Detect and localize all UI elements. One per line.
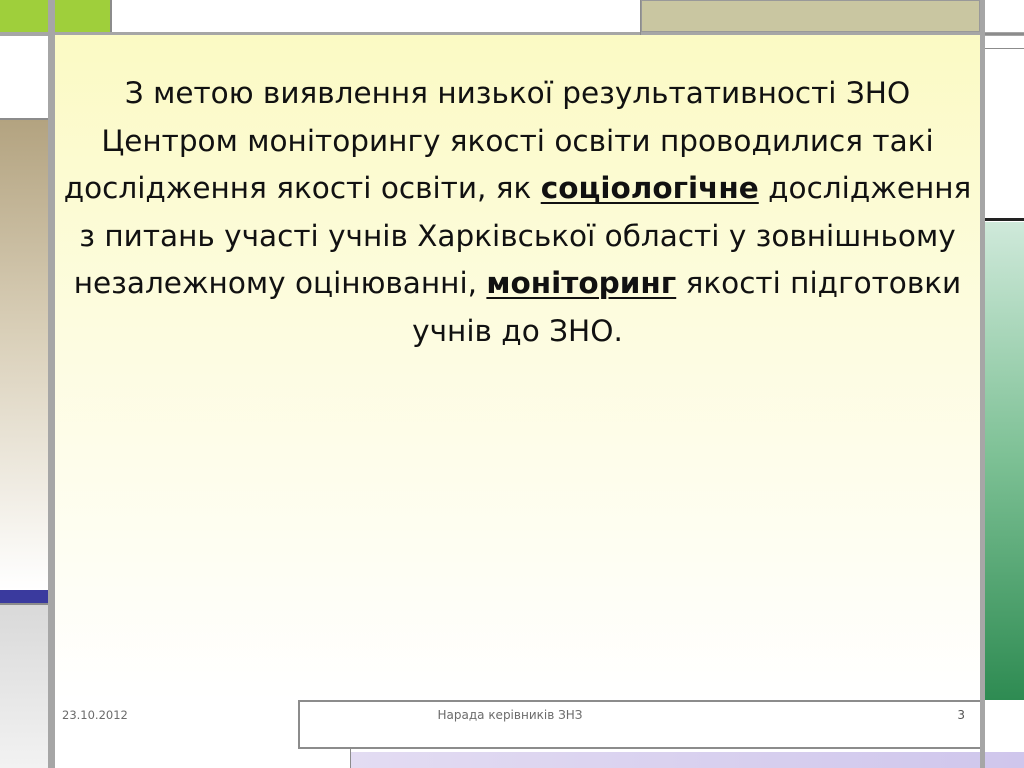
bottom-lilac-strip bbox=[350, 752, 1024, 768]
footer-separator-bottom bbox=[298, 747, 980, 749]
left-navy-stripe bbox=[0, 590, 48, 603]
frame-line-left-top bbox=[0, 118, 48, 120]
top-left-lime-block bbox=[0, 0, 110, 32]
footer-date: 23.10.2012 bbox=[62, 708, 128, 722]
footer-title: Нарада керівників ЗНЗ bbox=[437, 708, 583, 722]
emphasis-monitoring: моніторинг bbox=[486, 266, 677, 301]
footer-separator-lilac bbox=[350, 749, 351, 768]
footer-separator-top bbox=[298, 700, 980, 702]
right-top-black-line bbox=[985, 218, 1024, 221]
frame-line-right-b bbox=[985, 48, 1024, 49]
emphasis-sociological: соціологічне bbox=[540, 171, 759, 206]
right-green-block bbox=[985, 222, 1024, 700]
frame-line-right bbox=[980, 0, 985, 768]
top-right-olive-block bbox=[641, 0, 980, 32]
left-bottom-gray-block bbox=[0, 605, 48, 768]
slide-body-text: З метою виявлення низької результативнос… bbox=[55, 70, 980, 356]
left-tan-block bbox=[0, 120, 48, 590]
frame-line-left-mid bbox=[0, 603, 48, 605]
frame-line-left bbox=[48, 0, 55, 768]
frame-line-top-inner bbox=[110, 0, 112, 32]
frame-line-right-a bbox=[985, 33, 1024, 35]
slide-number: 3 bbox=[957, 708, 965, 722]
